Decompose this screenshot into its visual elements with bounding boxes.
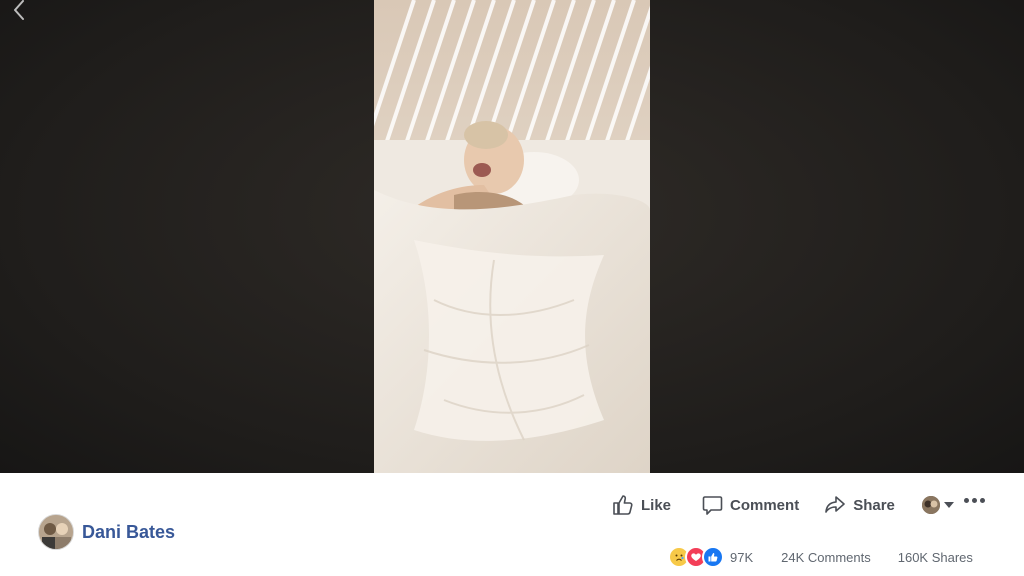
video-frame — [374, 0, 650, 473]
post-stats: 97K 24K Comments 160K Shares — [668, 546, 973, 568]
like-reaction-icon — [702, 546, 724, 568]
post-as-selector[interactable] — [922, 496, 954, 514]
share-count[interactable]: 160K Shares — [898, 550, 973, 565]
comment-button[interactable]: Comment — [702, 495, 799, 516]
share-label: Share — [853, 496, 895, 514]
share-button[interactable]: Share — [824, 495, 895, 515]
author-name[interactable]: Dani Bates — [82, 522, 175, 543]
more-options-icon[interactable] — [964, 498, 985, 503]
profile-photo-icon[interactable] — [38, 514, 74, 550]
thumbs-up-icon — [613, 495, 633, 515]
comment-count[interactable]: 24K Comments — [781, 550, 871, 565]
comment-icon — [702, 495, 723, 515]
reaction-count[interactable]: 97K — [730, 550, 753, 565]
like-button[interactable]: Like — [612, 494, 671, 516]
video-player[interactable] — [374, 0, 650, 473]
viewer-avatar-icon — [922, 496, 940, 514]
like-label: Like — [641, 496, 672, 514]
video-stage — [0, 0, 1024, 473]
reaction-summary[interactable] — [668, 546, 724, 568]
comment-label: Comment — [730, 496, 800, 514]
back-chevron-icon[interactable] — [8, 0, 30, 22]
post-author: Dani Bates — [38, 514, 175, 550]
caret-down-icon — [944, 502, 954, 508]
share-arrow-icon — [825, 496, 845, 513]
post-actions: Like Comment Share — [612, 494, 895, 516]
